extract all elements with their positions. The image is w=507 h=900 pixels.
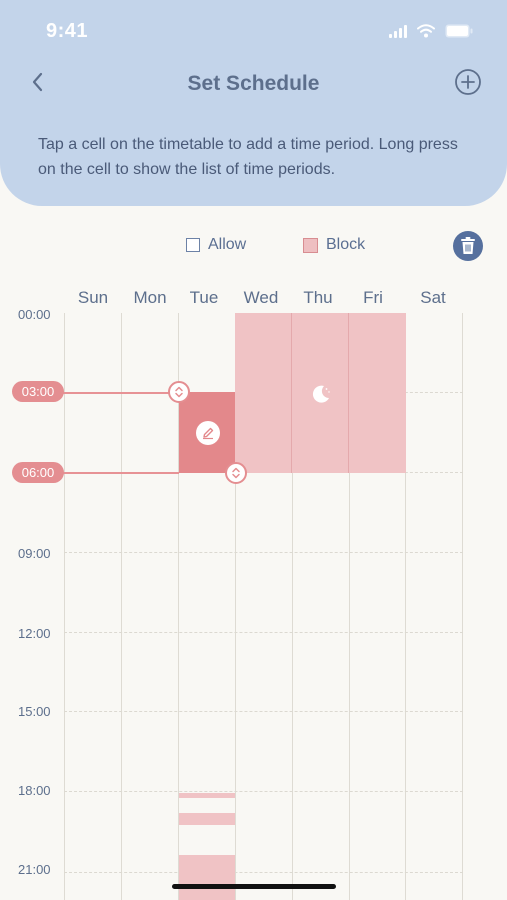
time-label: 00:00 [18,307,51,322]
pencil-icon [203,427,214,440]
time-label: 12:00 [18,626,51,641]
start-drag-handle[interactable] [168,381,190,403]
grid-line [64,632,463,633]
grid-line [462,313,463,900]
trash-icon [461,237,475,254]
selection-end-time: 06:00 [12,462,64,483]
legend-allow: Allow [186,236,246,254]
grid-line [64,711,463,712]
add-button[interactable] [453,67,483,97]
day-header-sat: Sat [420,288,446,307]
home-indicator [172,884,336,889]
grid-line [64,313,65,900]
time-label: 18:00 [18,783,51,798]
end-drag-handle[interactable] [225,462,247,484]
selection-start-time: 03:00 [12,381,64,402]
block-period-tue[interactable] [179,855,235,900]
edit-button[interactable] [196,421,220,445]
block-period-tue[interactable] [179,793,235,798]
day-header-tue: Tue [189,288,219,307]
time-label: 15:00 [18,704,51,719]
hint-text: Tap a cell on the timetable to add a tim… [38,136,458,178]
page-title: Set Schedule [187,72,320,95]
selection-start-line [60,392,179,394]
grid-line [121,313,122,900]
allow-label: Allow [208,236,247,253]
block-divider [348,313,349,473]
grid-line [64,552,463,553]
grid-line [64,791,463,792]
moon-icon [312,385,330,403]
battery-icon [445,24,473,38]
drag-handle-icon [232,467,240,479]
wifi-icon [417,24,435,38]
time-label: 21:00 [18,862,51,877]
day-header-thu: Thu [303,288,333,307]
delete-button[interactable] [453,231,483,261]
day-header-fri: Fri [363,288,383,307]
time-label: 09:00 [18,546,51,561]
grid-line [64,872,463,873]
status-icons [389,24,473,38]
signal-icon [389,24,407,38]
day-header-wed: Wed [243,288,279,307]
status-time: 9:41 [46,20,89,42]
block-period-tue[interactable] [179,813,235,825]
block-label: Block [326,236,366,253]
allow-swatch [186,238,200,252]
header-panel: 9:41 Set Schedule Tap a cell on the time… [0,0,507,206]
day-header-mon: Mon [133,288,167,307]
block-swatch [303,237,318,253]
drag-handle-icon [175,386,183,398]
legend-block: Block [303,236,365,254]
selection-end-line [60,472,179,474]
day-header-sun: Sun [77,288,109,307]
block-divider [291,313,292,473]
